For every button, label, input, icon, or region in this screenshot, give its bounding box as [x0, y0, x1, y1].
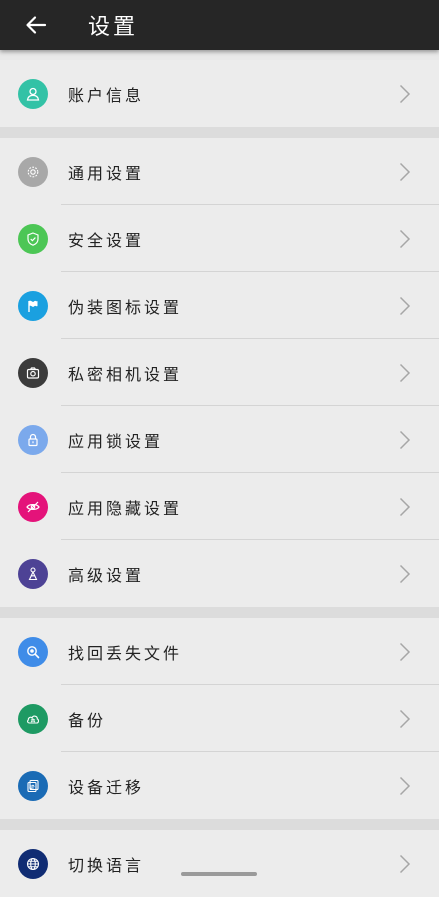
- chevron-right-icon: [399, 709, 411, 728]
- arrow-left-icon: [26, 16, 47, 34]
- settings-item-label: 高级设置: [68, 565, 145, 585]
- advanced-icon: [18, 558, 48, 589]
- settings-item-label: 安全设置: [68, 230, 145, 250]
- settings-item-search-file[interactable]: 找回丢失文件: [0, 618, 439, 685]
- chevron-right-icon: [399, 229, 411, 248]
- chevron-right-icon: [399, 162, 411, 181]
- settings-item-label: 伪装图标设置: [68, 297, 183, 317]
- chevron-right-icon: [399, 854, 411, 873]
- chevron-right-icon: [399, 642, 411, 661]
- chevron-right-icon: [399, 497, 411, 516]
- settings-group: 找回丢失文件 备份设备迁移: [0, 618, 439, 819]
- settings-item-label: 设备迁移: [68, 777, 145, 797]
- settings-item-migrate[interactable]: 设备迁移: [0, 752, 439, 819]
- settings-item-label: 私密相机设置: [68, 364, 183, 384]
- settings-item-account[interactable]: 账户信息: [0, 60, 439, 127]
- page-title: 设置: [88, 15, 139, 40]
- lock-icon: [18, 424, 48, 455]
- settings-item-globe[interactable]: 切换语言: [0, 830, 439, 897]
- settings-item-flag[interactable]: 伪装图标设置: [0, 272, 439, 339]
- settings-item-camera[interactable]: 私密相机设置: [0, 339, 439, 406]
- globe-icon: [18, 848, 48, 879]
- settings-group: 通用设置安全设置伪装图标设置 私密相机设置 应用锁设置应用隐藏设置 高级设置: [0, 138, 439, 607]
- settings-group: 切换语言: [0, 830, 439, 897]
- chevron-right-icon: [399, 564, 411, 583]
- flag-icon: [18, 290, 48, 321]
- chevron-right-icon: [399, 296, 411, 315]
- settings-item-cloud-backup[interactable]: 备份: [0, 685, 439, 752]
- settings-item-label: 备份: [68, 710, 107, 730]
- settings-item-label: 切换语言: [68, 855, 145, 875]
- settings-item-shield[interactable]: 安全设置: [0, 205, 439, 272]
- settings-item-label: 通用设置: [68, 163, 145, 183]
- gear-icon: [18, 156, 48, 187]
- settings-item-lock[interactable]: 应用锁设置: [0, 406, 439, 473]
- settings-item-eye-off[interactable]: 应用隐藏设置: [0, 473, 439, 540]
- settings-item-gear[interactable]: 通用设置: [0, 138, 439, 205]
- app-bar: 设置: [0, 0, 439, 50]
- settings-item-label: 账户信息: [68, 85, 145, 105]
- camera-icon: [18, 357, 48, 388]
- cloud-backup-icon: [18, 703, 48, 734]
- home-indicator: [181, 872, 257, 876]
- section-divider: [0, 127, 439, 138]
- eye-off-icon: [18, 491, 48, 522]
- settings-list: 账户信息通用设置安全设置伪装图标设置 私密相机设置 应用锁设置应用隐藏设置 高级设置找…: [0, 60, 439, 897]
- section-divider: [0, 607, 439, 618]
- account-icon: [18, 78, 48, 109]
- back-button[interactable]: [18, 7, 54, 43]
- settings-item-label: 找回丢失文件: [68, 643, 183, 663]
- chevron-right-icon: [399, 430, 411, 449]
- chevron-right-icon: [399, 84, 411, 103]
- shield-icon: [18, 223, 48, 254]
- settings-item-advanced[interactable]: 高级设置: [0, 540, 439, 607]
- settings-item-label: 应用隐藏设置: [68, 498, 183, 518]
- section-divider: [0, 819, 439, 830]
- migrate-icon: [18, 770, 48, 801]
- search-file-icon: [18, 636, 48, 667]
- settings-item-label: 应用锁设置: [68, 431, 164, 451]
- chevron-right-icon: [399, 776, 411, 795]
- settings-group: 账户信息: [0, 60, 439, 127]
- chevron-right-icon: [399, 363, 411, 382]
